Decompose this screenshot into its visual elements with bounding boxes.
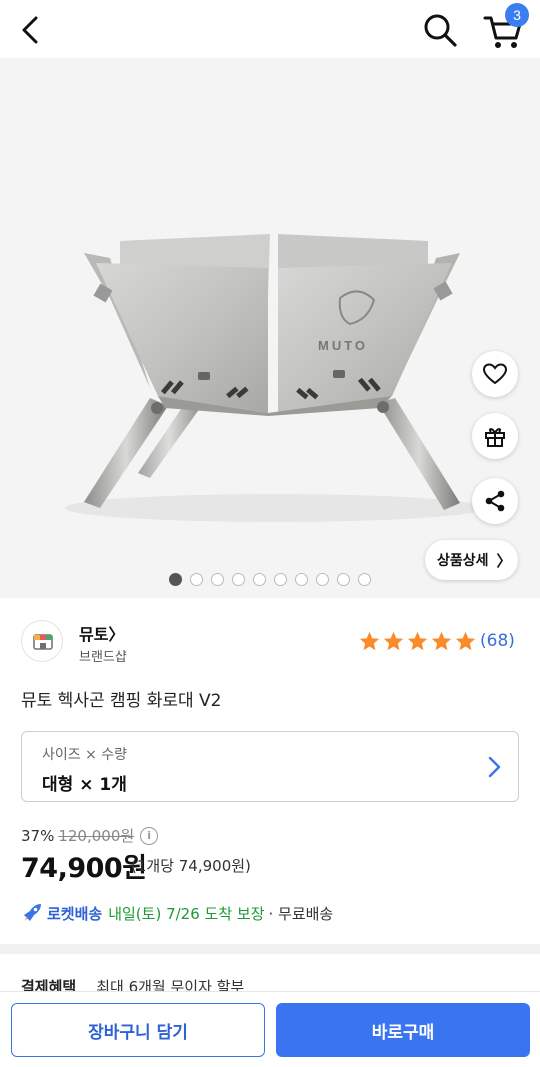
carousel-dots [169, 573, 371, 587]
brand-name: 뮤토 [79, 625, 109, 644]
option-value: 대형 × 1개 [42, 775, 127, 795]
carousel-dot[interactable] [211, 573, 224, 586]
product-detail-label: 상품상세 [437, 553, 489, 569]
star-icon [455, 631, 476, 651]
sale-price: 74,900원 [21, 853, 147, 884]
star-icon [407, 631, 428, 651]
carousel-dot[interactable] [337, 573, 350, 586]
share-icon [485, 490, 505, 512]
carousel-dot[interactable] [295, 573, 308, 586]
arrival-date: 내일(토) 7/26 도착 보장 [108, 904, 265, 923]
unit-price: (1개당 74,900원) [131, 857, 251, 875]
discount-row: 37% 120,000원 i [21, 825, 159, 846]
gift-icon [485, 428, 505, 447]
carousel-dot[interactable] [358, 573, 371, 586]
shipping-fee: · 무료배송 [268, 904, 334, 923]
share-button[interactable] [472, 478, 518, 524]
brand-logo[interactable] [21, 620, 63, 662]
star-icon [359, 631, 380, 651]
info-icon[interactable]: i [140, 826, 159, 845]
product-image: MUTO [65, 234, 485, 522]
back-button[interactable] [14, 12, 50, 48]
top-bar: 3 [0, 0, 540, 58]
add-to-cart-button[interactable]: 장바구니 담기 [11, 1003, 265, 1057]
review-count[interactable]: (68) [480, 631, 515, 651]
product-detail-button[interactable]: 상품상세 〉 [425, 540, 518, 580]
product-image-carousel[interactable]: MUTO 상품상세 〉 [0, 58, 540, 598]
chevron-right-icon: 〉 [108, 625, 125, 644]
brand-subtitle: 브랜드샵 [79, 650, 127, 665]
delivery-info: 로켓배송 내일(토) 7/26 도착 보장 · 무료배송 [21, 902, 333, 924]
chevron-right-icon: 〉 [496, 551, 512, 570]
carousel-dot[interactable] [169, 573, 182, 586]
back-arrow-icon [22, 16, 38, 44]
carousel-dot[interactable] [274, 573, 287, 586]
wishlist-button[interactable] [472, 351, 518, 397]
bottom-action-bar: 장바구니 담기 바로구매 [0, 991, 540, 1067]
carousel-dot[interactable] [232, 573, 245, 586]
chevron-right-icon [488, 756, 501, 778]
star-icon [431, 631, 452, 651]
rocket-icon [24, 904, 41, 921]
option-label: 사이즈 × 수량 [42, 747, 128, 763]
rating-stars[interactable] [358, 630, 477, 653]
discount-rate: 37% [21, 826, 55, 845]
carousel-dot[interactable] [316, 573, 329, 586]
search-icon [424, 14, 457, 47]
product-title: 뮤토 헥사곤 캠핑 화로대 V2 [21, 691, 222, 711]
carousel-dot[interactable] [253, 573, 266, 586]
star-icon [383, 631, 404, 651]
carousel-dot[interactable] [190, 573, 203, 586]
rocket-delivery-badge: 로켓배송 [47, 904, 103, 923]
shop-icon [33, 634, 53, 650]
heart-icon [482, 363, 508, 385]
brand-name-link[interactable]: 뮤토〉 [79, 621, 124, 645]
buy-now-button[interactable]: 바로구매 [276, 1003, 530, 1057]
cart-count-badge: 3 [505, 3, 529, 27]
section-divider [0, 944, 540, 954]
option-selector[interactable]: 사이즈 × 수량 대형 × 1개 [21, 731, 519, 802]
gift-button[interactable] [472, 413, 518, 459]
svg-text:MUTO: MUTO [318, 338, 368, 353]
original-price: 120,000원 [58, 827, 135, 845]
search-button[interactable] [420, 10, 460, 50]
